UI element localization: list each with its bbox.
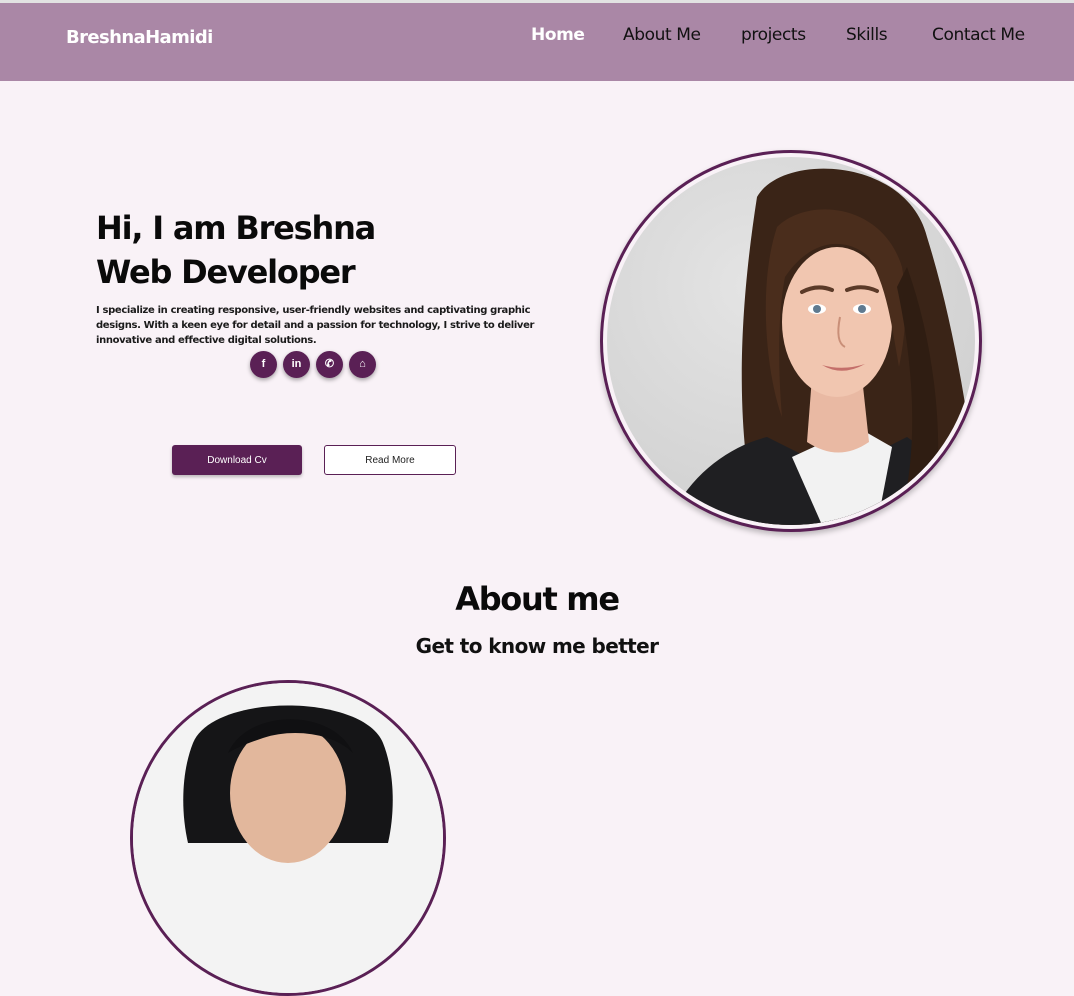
nav-link-home[interactable]: Home bbox=[531, 25, 585, 45]
github-icon: ⌂ bbox=[359, 358, 366, 370]
about-portrait bbox=[130, 680, 446, 996]
facebook-link[interactable]: f bbox=[250, 351, 277, 378]
whatsapp-link[interactable]: ✆ bbox=[316, 351, 343, 378]
hero-heading: Hi, I am Breshna Web Developer bbox=[96, 206, 376, 294]
navbar: BreshnaHamidi Home About Me projects Ski… bbox=[0, 3, 1074, 81]
nav-link-projects[interactable]: projects bbox=[741, 25, 806, 45]
facebook-icon: f bbox=[261, 358, 266, 370]
about-portrait-image bbox=[133, 683, 443, 993]
download-cv-button[interactable]: Download Cv bbox=[172, 445, 302, 475]
linkedin-link[interactable]: in bbox=[283, 351, 310, 378]
whatsapp-icon: ✆ bbox=[324, 358, 335, 370]
about-subheading: Get to know me better bbox=[415, 634, 659, 658]
github-link[interactable]: ⌂ bbox=[349, 351, 376, 378]
hero-portrait bbox=[600, 150, 982, 532]
brand-logo[interactable]: BreshnaHamidi bbox=[66, 27, 213, 48]
hero-greeting: Hi, I am Breshna bbox=[96, 209, 376, 247]
read-more-button[interactable]: Read More bbox=[324, 445, 456, 475]
hero-role: Web Developer bbox=[96, 253, 356, 291]
nav-link-skills[interactable]: Skills bbox=[846, 25, 888, 45]
linkedin-icon: in bbox=[291, 358, 302, 370]
hero-portrait-image bbox=[607, 157, 975, 525]
nav-link-about-me[interactable]: About Me bbox=[623, 25, 701, 45]
about-heading: About me bbox=[455, 580, 620, 618]
hero-description: I specialize in creating responsive, use… bbox=[96, 305, 535, 346]
nav-link-contact-me[interactable]: Contact Me bbox=[932, 25, 1025, 45]
